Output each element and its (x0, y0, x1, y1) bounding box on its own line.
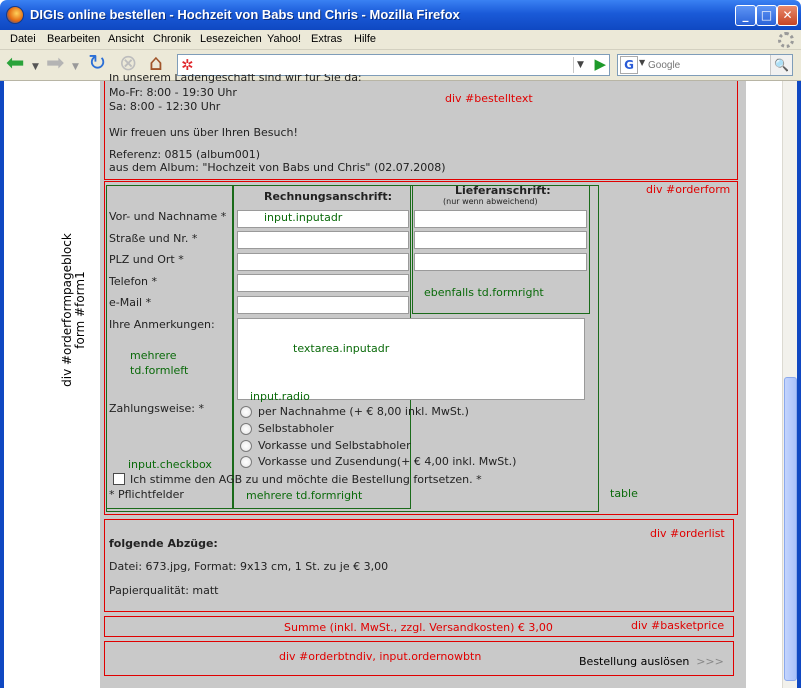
reference-text: Referenz: 0815 (album001) (109, 148, 261, 161)
annotation-inputadr: input.inputadr (264, 211, 343, 224)
scrollbar-thumb[interactable] (784, 377, 797, 681)
payment-option-vorkasse-zusendung: Vorkasse und Zusendung(+ € 4,00 inkl. Mw… (258, 455, 517, 468)
annotation-orderlist: div #orderlist (650, 527, 725, 540)
annotation-formleft-2: td.formleft (130, 364, 189, 377)
required-note: * Pflichtfelder (109, 488, 184, 501)
basket-sum: Summe (inkl. MwSt., zzgl. Versandkosten)… (284, 621, 553, 634)
minimize-button[interactable]: _ (735, 5, 756, 26)
annotation-ebenfalls: ebenfalls td.formright (424, 286, 544, 299)
opening-hours-saturday: Sa: 8:00 - 12:30 Uhr (109, 100, 221, 113)
title-bar[interactable]: DIGIs online bestellen - Hochzeit von Ba… (0, 0, 801, 30)
billing-email-input[interactable] (237, 296, 409, 314)
annotation-formleft-1: mehrere (130, 349, 177, 362)
annotation-basketprice: div #basketprice (631, 619, 725, 632)
payment-option-nachnahme: per Nachnahme (+ € 8,00 inkl. MwSt.) (258, 405, 469, 418)
opening-hours-weekdays: Mo-Fr: 8:00 - 19:30 Uhr (109, 86, 237, 99)
payment-radio-vorkasse-abholer[interactable] (240, 440, 252, 452)
search-bar: G ▼ 🔍 (617, 54, 793, 76)
search-icon[interactable]: 🔍 (770, 55, 792, 75)
zip-city-label: PLZ und Ort * (109, 253, 184, 266)
window-title: DIGIs online bestellen - Hochzeit von Ba… (30, 7, 460, 22)
menu-datei[interactable]: Datei (10, 33, 36, 45)
orderlist-file: Datei: 673.jpg, Format: 9x13 cm, 1 St. z… (109, 560, 389, 573)
back-dropdown-icon[interactable]: ▼ (32, 56, 39, 78)
site-favicon-icon: ✲ (181, 56, 194, 74)
menu-bearbeiten[interactable]: Bearbeiten (47, 33, 100, 45)
payment-option-selbstabholer: Selbstabholer (258, 422, 334, 435)
remarks-textarea[interactable] (237, 318, 585, 400)
album-text: aus dem Album: "Hochzeit von Babs und Ch… (109, 161, 446, 174)
shipping-street-input[interactable] (414, 231, 587, 249)
close-button[interactable]: ✕ (777, 5, 798, 26)
home-icon[interactable]: ⌂ (149, 53, 163, 75)
phone-label: Telefon * (109, 275, 158, 288)
orderformpageblock-annotation: div #orderformpageblock form #form1 (60, 233, 87, 387)
annotation-orderform: div #orderform (646, 183, 731, 196)
annotation-formright: mehrere td.formright (246, 489, 363, 502)
billing-header: Rechnungsanschrift: (264, 190, 392, 203)
payment-label: Zahlungsweise: * (109, 402, 204, 415)
payment-radio-selbstabholer[interactable] (240, 423, 252, 435)
shipping-zip-city-input[interactable] (414, 253, 587, 271)
menu-chronik[interactable]: Chronik (153, 33, 191, 45)
order-now-button[interactable]: Bestellung auslösen >>> (579, 654, 724, 668)
billing-street-input[interactable] (237, 231, 409, 249)
vertical-scrollbar[interactable] (782, 81, 797, 688)
payment-radio-vorkasse-zusendung[interactable] (240, 456, 252, 468)
shipping-subheader: (nur wenn abweichend) (443, 197, 538, 206)
annotation-form1: form #form1 (73, 271, 87, 349)
annotation-textarea: textarea.inputadr (293, 342, 390, 355)
billing-phone-input[interactable] (237, 274, 409, 292)
payment-radio-nachnahme[interactable] (240, 406, 252, 418)
shipping-name-input[interactable] (414, 210, 587, 228)
orderlist-quality: Papierqualität: matt (109, 584, 219, 597)
welcome-text: Wir freuen uns über Ihren Besuch! (109, 126, 298, 139)
order-now-arrows: >>> (696, 655, 724, 668)
go-arrow-icon[interactable]: ▶ (594, 55, 606, 73)
payment-option-vorkasse-abholer: Vorkasse und Selbstabholer (258, 439, 411, 452)
orderlist-title: folgende Abzüge: (109, 537, 218, 550)
stop-icon[interactable]: ⊗ (119, 53, 137, 75)
shipping-header: Lieferanschrift: (455, 184, 551, 197)
agb-checkbox[interactable] (113, 473, 125, 485)
bestelltext-partial: In unserem Ladengeschäft sind wir für Si… (109, 74, 362, 84)
menu-lesezeichen[interactable]: Lesezeichen (200, 33, 262, 45)
menu-extras[interactable]: Extras (311, 33, 342, 45)
annotation-bestelltext: div #bestelltext (445, 92, 533, 105)
reload-icon[interactable]: ↻ (88, 53, 106, 75)
annotation-checkbox: input.checkbox (128, 458, 212, 471)
throbber-icon (778, 32, 794, 48)
billing-zip-city-input[interactable] (237, 253, 409, 271)
forward-dropdown-icon[interactable]: ▼ (72, 56, 79, 78)
menu-yahoo[interactable]: Yahoo! (267, 33, 301, 45)
annotation-orderbtn: div #orderbtndiv, input.ordernowbtn (279, 650, 482, 663)
annotation-table: table (610, 487, 638, 500)
search-engine-dropdown-icon[interactable]: ▼ (639, 58, 645, 67)
back-icon[interactable]: ⬅ (6, 53, 24, 75)
agb-text: Ich stimme den AGB zu und möchte die Bes… (130, 473, 482, 486)
maximize-button[interactable]: □ (756, 5, 777, 26)
annotation-radio: input.radio (250, 390, 310, 403)
search-engine-icon[interactable]: G (620, 56, 638, 74)
street-label: Straße und Nr. * (109, 232, 198, 245)
search-input[interactable] (648, 57, 766, 73)
firefox-icon (6, 6, 24, 24)
menu-hilfe[interactable]: Hilfe (354, 33, 376, 45)
remarks-label: Ihre Anmerkungen: (109, 318, 215, 331)
email-label: e-Mail * (109, 296, 152, 309)
forward-icon[interactable]: ➡ (46, 53, 64, 75)
name-label: Vor- und Nachname * (109, 210, 227, 223)
menu-ansicht[interactable]: Ansicht (108, 33, 144, 45)
menu-bar: Datei Bearbeiten Ansicht Chronik Lesezei… (0, 30, 801, 50)
url-bar[interactable]: ✲ ▼ ▶ (177, 54, 610, 76)
order-now-label: Bestellung auslösen (579, 655, 690, 668)
url-dropdown-icon[interactable]: ▼ (573, 57, 587, 73)
